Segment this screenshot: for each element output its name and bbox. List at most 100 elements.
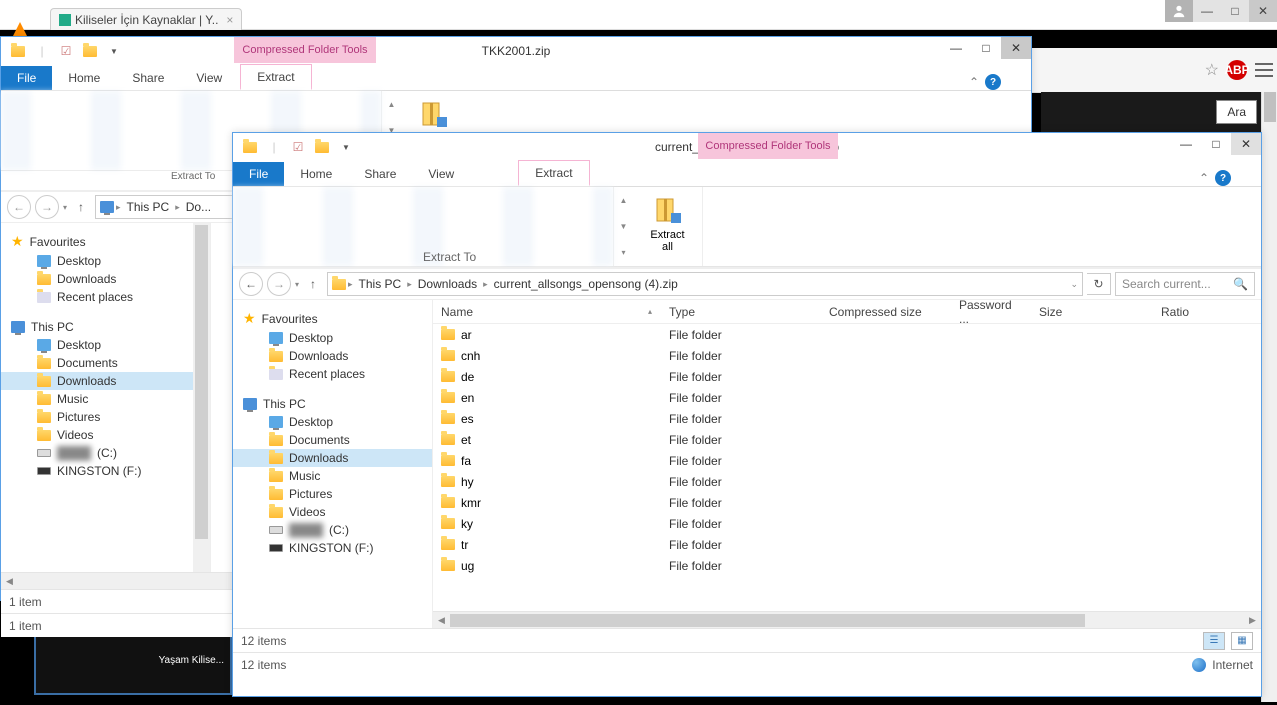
adblock-icon[interactable]: ABP [1227, 60, 1247, 80]
col-password[interactable]: Password ... [951, 300, 1031, 326]
nav-localdisk[interactable]: ████(C:) [233, 521, 432, 539]
col-size[interactable]: Size [1031, 305, 1153, 319]
nav-scrollbar[interactable] [193, 223, 210, 572]
list-item[interactable]: deFile folder [433, 366, 1261, 387]
back-button[interactable]: ← [239, 272, 263, 296]
nav-favourites[interactable]: ★Favourites [1, 231, 210, 252]
close-button[interactable]: ✕ [1249, 0, 1277, 22]
navigation-pane[interactable]: ★Favourites Desktop Downloads Recent pla… [233, 300, 433, 628]
new-folder-icon[interactable] [79, 40, 101, 62]
ara-button[interactable]: Ara [1216, 100, 1257, 124]
nav-pictures[interactable]: Pictures [233, 485, 432, 503]
tab-file[interactable]: File [233, 162, 284, 186]
list-item[interactable]: kyFile folder [433, 513, 1261, 534]
user-account-button[interactable] [1165, 0, 1193, 22]
crumb-dropdown-icon[interactable]: ⌄ [1070, 279, 1078, 290]
close-button[interactable]: ✕ [1001, 37, 1031, 59]
back-button[interactable]: ← [7, 195, 31, 219]
nav-thispc[interactable]: This PC [1, 318, 210, 336]
nav-recent[interactable]: Recent places [1, 288, 210, 306]
col-compressed-size[interactable]: Compressed size [821, 305, 951, 319]
breadcrumb[interactable]: ▸ This PC ▸ Downloads ▸ current_allsongs… [327, 272, 1083, 296]
column-headers[interactable]: Name▴ Type Compressed size Password ... … [433, 300, 1261, 324]
details-view-button[interactable]: ☰ [1203, 632, 1225, 650]
up-button[interactable]: ↑ [303, 274, 323, 294]
col-name[interactable]: Name▴ [433, 305, 661, 319]
list-item[interactable]: faFile folder [433, 450, 1261, 471]
nav-downloads2[interactable]: Downloads [233, 449, 432, 467]
maximize-button[interactable]: □ [1221, 0, 1249, 22]
col-type[interactable]: Type [661, 305, 821, 319]
nav-desktop[interactable]: Desktop [1, 252, 210, 270]
nav-documents[interactable]: Documents [1, 354, 210, 372]
nav-desktop2[interactable]: Desktop [1, 336, 210, 354]
tab-file[interactable]: File [1, 66, 52, 90]
content-hscrollbar[interactable]: ◀▶ [433, 611, 1261, 628]
history-dropdown-icon[interactable]: ▾ [295, 280, 299, 289]
gallery-up-icon[interactable]: ▲ [614, 187, 633, 213]
tab-view[interactable]: View [412, 162, 470, 186]
list-item[interactable]: ugFile folder [433, 555, 1261, 576]
nav-kingston[interactable]: KINGSTON (F:) [1, 462, 210, 480]
help-icon[interactable]: ? [1215, 170, 1231, 186]
gallery-up-icon[interactable]: ▲ [382, 91, 401, 117]
nav-downloads[interactable]: Downloads [233, 347, 432, 365]
properties-icon[interactable]: ☑ [55, 40, 77, 62]
crumb-thispc[interactable]: This PC [355, 275, 406, 293]
nav-music[interactable]: Music [1, 390, 210, 408]
nav-recent[interactable]: Recent places [233, 365, 432, 383]
minimize-button[interactable]: — [941, 37, 971, 59]
refresh-button[interactable]: ↻ [1087, 273, 1111, 295]
search-input[interactable]: Search current...🔍 [1115, 272, 1255, 296]
tab-share[interactable]: Share [348, 162, 412, 186]
list-item[interactable]: enFile folder [433, 387, 1261, 408]
forward-button[interactable]: → [267, 272, 291, 296]
list-item[interactable]: trFile folder [433, 534, 1261, 555]
minimize-button[interactable]: — [1193, 0, 1221, 22]
browser-scrollbar[interactable] [1261, 92, 1277, 702]
close-tab-icon[interactable]: × [226, 13, 233, 27]
nav-pictures[interactable]: Pictures [1, 408, 210, 426]
ribbon-collapse-icon[interactable]: ⌃ [1199, 171, 1209, 185]
nav-localdisk[interactable]: ████(C:) [1, 444, 210, 462]
nav-downloads[interactable]: Downloads [1, 270, 210, 288]
ribbon-collapse-icon[interactable]: ⌃ [969, 75, 979, 89]
nav-kingston[interactable]: KINGSTON (F:) [233, 539, 432, 557]
nav-desktop2[interactable]: Desktop [233, 413, 432, 431]
crumb-downloads[interactable]: Downloads [414, 275, 481, 293]
extract-all-button[interactable] [409, 95, 457, 135]
new-folder-icon[interactable] [311, 136, 333, 158]
crumb-thispc[interactable]: This PC [123, 198, 174, 216]
nav-videos[interactable]: Videos [1, 426, 210, 444]
gallery-down-icon[interactable]: ▼ [614, 213, 633, 239]
forward-button[interactable]: → [35, 195, 59, 219]
history-dropdown-icon[interactable]: ▾ [63, 203, 67, 212]
nav-downloads2[interactable]: Downloads [1, 372, 210, 390]
qat-dropdown-icon[interactable]: ▼ [103, 40, 125, 62]
list-item[interactable]: arFile folder [433, 324, 1261, 345]
list-item[interactable]: etFile folder [433, 429, 1261, 450]
qat-dropdown-icon[interactable]: ▼ [335, 136, 357, 158]
nav-favourites[interactable]: ★Favourites [233, 308, 432, 329]
crumb-downloads[interactable]: Do... [182, 198, 215, 216]
extract-all-button[interactable]: Extract all [642, 191, 692, 257]
list-item[interactable]: esFile folder [433, 408, 1261, 429]
tab-extract[interactable]: Extract [518, 160, 589, 186]
list-item[interactable]: hyFile folder [433, 471, 1261, 492]
nav-thispc[interactable]: This PC [233, 395, 432, 413]
nav-desktop[interactable]: Desktop [233, 329, 432, 347]
help-icon[interactable]: ? [985, 74, 1001, 90]
icons-view-button[interactable]: ▦ [1231, 632, 1253, 650]
browser-tab[interactable]: Kiliseler İçin Kaynaklar | Y.. × [50, 8, 242, 30]
minimize-button[interactable]: — [1171, 133, 1201, 155]
file-list[interactable]: arFile foldercnhFile folderdeFile folder… [433, 324, 1261, 611]
crumb-archive[interactable]: current_allsongs_opensong (4).zip [490, 275, 682, 293]
list-item[interactable]: kmrFile folder [433, 492, 1261, 513]
browser-menu-icon[interactable] [1255, 63, 1273, 77]
nav-videos[interactable]: Videos [233, 503, 432, 521]
list-item[interactable]: cnhFile folder [433, 345, 1261, 366]
tab-home[interactable]: Home [52, 66, 116, 90]
properties-icon[interactable]: ☑ [287, 136, 309, 158]
bookmark-star-icon[interactable]: ☆ [1205, 60, 1219, 80]
tab-extract[interactable]: Extract [240, 64, 311, 90]
